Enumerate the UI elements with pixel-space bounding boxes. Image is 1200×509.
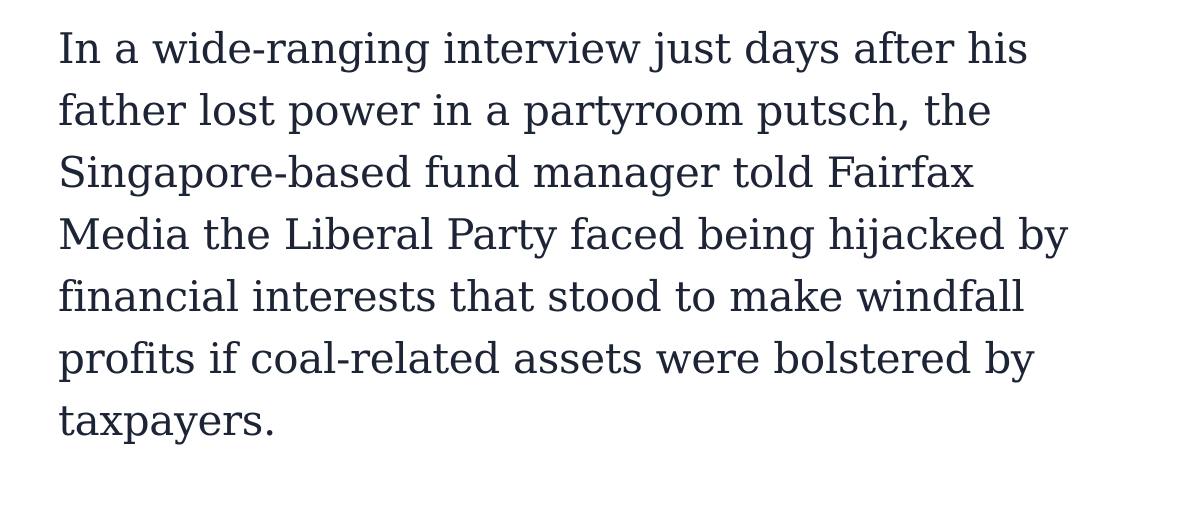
paragraph-line: Singapore-based fund manager told Fairfa… <box>58 148 974 197</box>
article-paragraph: In a wide-ranging interview just days af… <box>58 18 1178 452</box>
paragraph-line: father lost power in a partyroom putsch,… <box>58 86 992 135</box>
paragraph-line: In a wide-ranging interview just days af… <box>58 24 1029 73</box>
paragraph-line: financial interests that stood to make w… <box>58 272 1025 321</box>
paragraph-line: taxpayers. <box>58 396 277 445</box>
paragraph-line: Media the Liberal Party faced being hija… <box>58 210 1068 259</box>
paragraph-line: profits if coal-related assets were bols… <box>58 334 1035 383</box>
